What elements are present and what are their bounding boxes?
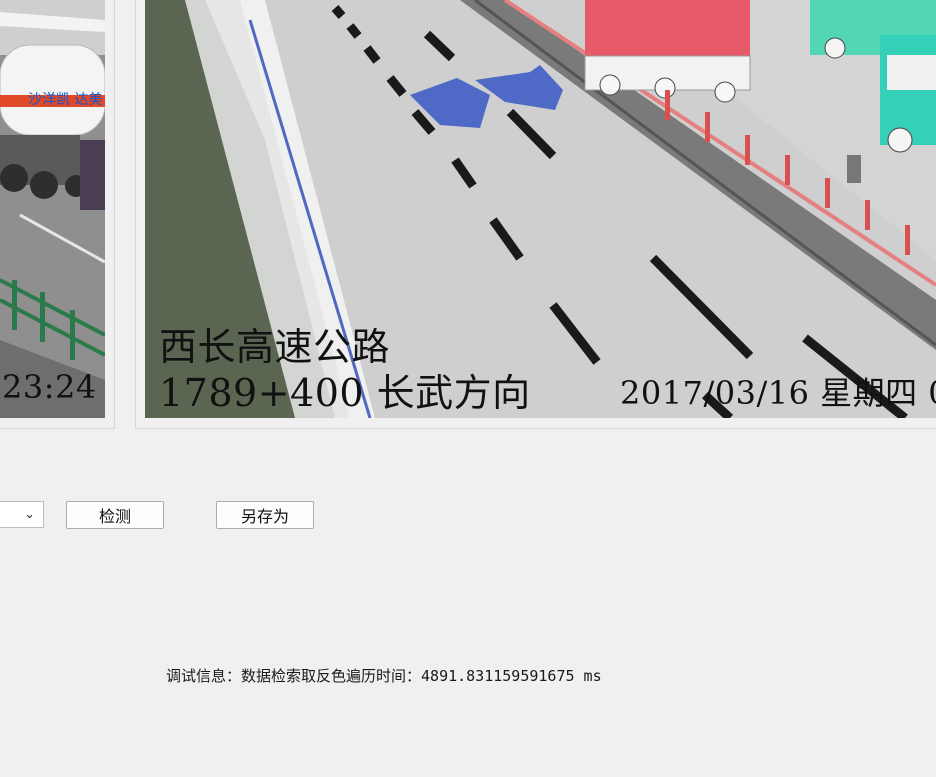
left-time-overlay: 23:24	[2, 368, 97, 406]
debug-info-text: 调试信息：数据检索取反色遍历时间：4891.831159591675 ms	[166, 667, 602, 685]
datetime-overlay: 2017/03/16 星期四 09	[620, 374, 936, 412]
save-as-button[interactable]: 另存为	[216, 501, 314, 529]
detect-button[interactable]: 检测	[66, 501, 164, 529]
left-image-panel: 沙洋凯 达美 23:24	[0, 0, 115, 429]
left-camera-image: 沙洋凯 达美 23:24	[0, 0, 105, 418]
chevron-down-icon[interactable]: ⌄	[24, 507, 35, 522]
right-camera-image: 西长高速公路 1789+400 长武方向 2017/03/16 星期四 09	[145, 0, 936, 418]
road-location-overlay: 1789+400 长武方向	[159, 371, 531, 415]
left-scene-graphic: 沙洋凯 达美	[0, 0, 105, 418]
mode-select[interactable]: ⌄	[0, 501, 44, 528]
tanker-text: 沙洋凯 达美	[28, 92, 102, 108]
